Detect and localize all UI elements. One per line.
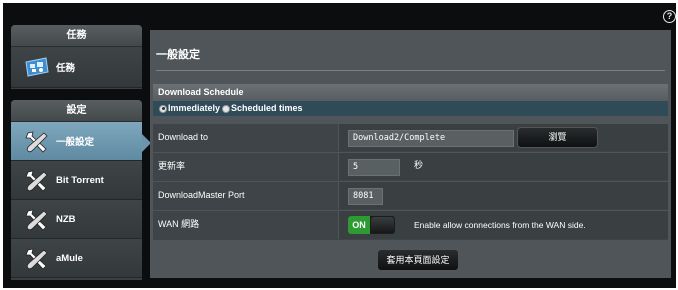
sidebar-item-tasks[interactable]: 任務 <box>11 47 142 88</box>
port-value-cell: 8081 <box>339 182 668 209</box>
wan-label: WAN 網路 <box>153 211 338 239</box>
download-master-window: ? 任務 任務 設定 一般設定 Bit Torrent NZB aMule 一般… <box>3 3 676 288</box>
download-to-label: Download to <box>153 124 338 151</box>
refresh-rate-row: 更新率 5 秒 <box>153 153 668 181</box>
refresh-rate-input[interactable]: 5 <box>348 159 400 176</box>
tools-icon <box>25 209 48 231</box>
sidebar-item-label: 一般設定 <box>56 137 95 148</box>
title-divider <box>156 70 665 71</box>
radio-label: Scheduled times <box>231 103 303 113</box>
sidebar-settings-panel: 設定 一般設定 Bit Torrent NZB aMule <box>11 100 142 280</box>
port-row: DownloadMaster Port 8081 <box>153 182 668 210</box>
radio-label: Immediately <box>168 103 221 113</box>
wan-row: WAN 網路 ON Enable allow connections from … <box>153 211 668 240</box>
refresh-rate-unit: 秒 <box>414 160 424 170</box>
task-icon <box>25 57 49 77</box>
tools-icon <box>25 248 48 270</box>
radio-button-checked[interactable] <box>159 104 167 113</box>
toggle-knob <box>371 217 394 233</box>
radio-button-unchecked[interactable] <box>222 104 231 113</box>
sidebar-item-label: aMule <box>56 252 83 264</box>
download-to-row: Download to Download2/Complete 瀏覽 <box>153 124 668 152</box>
refresh-rate-value-cell: 5 秒 <box>339 153 668 180</box>
schedule-options: Immediately Scheduled times <box>153 101 668 116</box>
wan-value-cell: ON Enable allow connections from the WAN… <box>339 211 668 239</box>
browse-button[interactable]: 瀏覽 <box>517 127 598 148</box>
apply-settings-button[interactable]: 套用本頁面設定 <box>377 249 459 271</box>
help-icon[interactable]: ? <box>663 10 676 23</box>
download-schedule-header: Download Schedule <box>153 84 668 101</box>
wan-description: Enable allow connections from the WAN si… <box>414 220 586 230</box>
radio-immediately[interactable]: Immediately <box>159 101 220 116</box>
radio-scheduled-times[interactable]: Scheduled times <box>222 101 303 116</box>
sidebar-item-amule[interactable]: aMule <box>11 239 142 278</box>
sidebar-tasks-panel: 任務 任務 <box>11 25 142 89</box>
sidebar-item-bit-torrent[interactable]: Bit Torrent <box>11 161 142 200</box>
sidebar-item-label: NZB <box>56 213 76 225</box>
wan-toggle[interactable]: ON <box>348 216 395 234</box>
page-title: 一般設定 <box>156 49 200 61</box>
main-panel: 一般設定 Download Schedule Immediately Sched… <box>150 30 671 278</box>
port-input[interactable]: 8081 <box>348 188 383 205</box>
settings-panel-header: 設定 <box>11 100 142 122</box>
download-to-value-cell: Download2/Complete 瀏覽 <box>339 124 668 151</box>
tools-icon <box>25 131 48 153</box>
tasks-panel-header: 任務 <box>11 25 142 47</box>
sidebar-item-nzb[interactable]: NZB <box>11 200 142 239</box>
refresh-rate-label: 更新率 <box>153 153 338 180</box>
download-to-input[interactable]: Download2/Complete <box>348 130 514 147</box>
port-label: DownloadMaster Port <box>153 182 338 209</box>
sidebar-item-label: 任務 <box>56 63 76 74</box>
sidebar-item-label: Bit Torrent <box>56 174 104 186</box>
toggle-on-label: ON <box>348 216 370 234</box>
sidebar-item-general-settings[interactable]: 一般設定 <box>11 122 142 161</box>
tools-icon <box>25 170 48 192</box>
